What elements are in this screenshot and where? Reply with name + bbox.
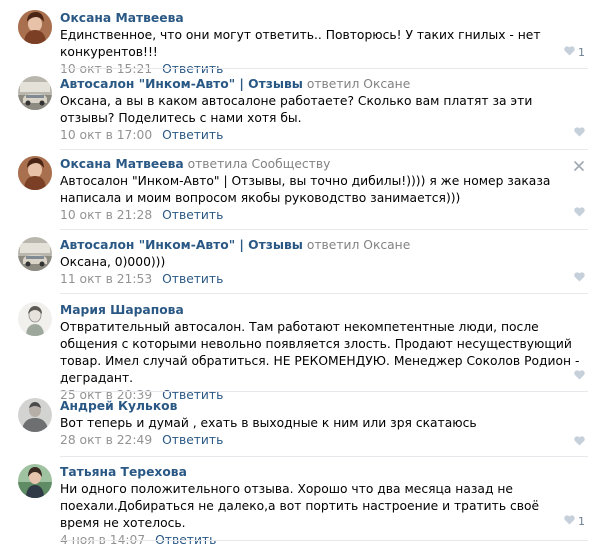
reply-button[interactable]: Ответить [162,433,223,447]
like-button[interactable] [559,369,585,383]
author-link[interactable]: Андрей Кульков [60,399,177,413]
avatar[interactable] [18,302,52,336]
divider [60,456,588,457]
comment-date[interactable]: 11 окт в 21:53 [60,272,152,286]
author-link[interactable]: Автосалон "Инком-Авто" | Отзывы [60,238,303,252]
comment-header: Автосалон "Инком-Авто" | Отзывы ответил … [60,237,580,253]
comment-text: Вот теперь и думай , ехать в выходные к … [60,416,477,430]
comment-body: Оксана Матвеева Единственное, что они мо… [60,10,580,77]
comment-date[interactable]: 28 окт в 22:49 [60,433,152,447]
avatar[interactable] [18,10,52,44]
heart-icon [564,514,575,528]
comment-meta: 10 окт в 21:28 Ответить [60,207,580,223]
like-count: 1 [578,45,585,59]
comment-body: Татьяна Терехова Ни одного положительног… [60,464,580,548]
heart-icon [574,369,585,383]
comment-date[interactable]: 10 окт в 17:00 [60,128,152,142]
divider [60,391,588,392]
comment-meta: 10 окт в 17:00 Ответить [60,127,580,143]
comment-header: Автосалон "Инком-Авто" | Отзывы ответил … [60,76,580,92]
like-count: 1 [578,514,585,528]
heart-icon [574,126,585,140]
avatar[interactable] [18,156,52,190]
author-link[interactable]: Оксана Матвеева [60,157,184,171]
divider [60,149,588,150]
comment-date[interactable]: 10 окт в 21:28 [60,208,152,222]
heart-icon [574,206,585,220]
author-link[interactable]: Оксана Матвеева [60,11,184,25]
reply-to-label[interactable]: ответил Оксане [307,77,410,91]
divider [60,293,588,294]
like-button[interactable]: 1 [559,514,585,528]
comment-header: Андрей Кульков [60,398,580,414]
comment-meta: 28 окт в 22:49 Ответить [60,432,580,448]
divider [60,229,588,230]
reply-button[interactable]: Ответить [162,128,223,142]
heart-icon [574,271,585,285]
comment-body: Автосалон "Инком-Авто" | Отзывы ответил … [60,76,580,143]
close-icon[interactable] [574,160,584,171]
avatar[interactable] [18,398,52,432]
like-button[interactable]: 1 [559,45,585,59]
reply-button[interactable]: Ответить [162,62,223,76]
comment-text: Оксана, 0)000))) [60,255,166,269]
comment-meta: 11 окт в 21:53 Ответить [60,271,580,287]
comment-header: Оксана Матвеева [60,10,580,26]
divider [60,68,588,69]
avatar[interactable] [18,464,52,498]
author-link[interactable]: Мария Шарапова [60,303,184,317]
avatar[interactable] [18,237,52,271]
comment-text: Автосалон "Инком-Авто" | Отзывы, вы точн… [60,174,551,205]
comment-text: Оксана, а вы в каком автосалоне работает… [60,94,533,125]
author-link[interactable]: Автосалон "Инком-Авто" | Отзывы [60,77,303,91]
reply-button[interactable]: Ответить [162,272,223,286]
reply-to-label[interactable]: ответил Оксане [307,238,410,252]
comment-date[interactable]: 10 окт в 15:21 [60,62,152,76]
heart-icon [564,45,575,59]
comment-header: Оксана Матвеева ответила Сообществу [60,156,580,172]
divider [60,540,588,541]
like-button[interactable] [559,435,585,449]
reply-to-label[interactable]: ответила Сообществу [188,157,331,171]
author-link[interactable]: Татьяна Терехова [60,465,187,479]
avatar[interactable] [18,76,52,110]
comment-meta: 10 окт в 15:21 Ответить [60,61,580,77]
like-button[interactable] [559,126,585,140]
like-button[interactable] [559,206,585,220]
comment-body: Мария Шарапова Отвратительный автосалон.… [60,302,580,403]
comment-body: Андрей Кульков Вот теперь и думай , ехат… [60,398,580,448]
comment-text: Отвратительный автосалон. Там работают н… [60,320,580,385]
comment-text: Единственное, что они могут ответить.. П… [60,28,541,59]
comment-header: Мария Шарапова [60,302,580,318]
comment-body: Автосалон "Инком-Авто" | Отзывы ответил … [60,237,580,287]
comment-body: Оксана Матвеева ответила Сообществу Авто… [60,156,580,223]
comment-text: Ни одного положительного отзыва. Хорошо … [60,482,540,530]
reply-button[interactable]: Ответить [162,208,223,222]
comment-header: Татьяна Терехова [60,464,580,480]
like-button[interactable] [559,271,585,285]
heart-icon [574,435,585,449]
comments-feed: Оксана Матвеева Единственное, что они мо… [0,0,600,548]
